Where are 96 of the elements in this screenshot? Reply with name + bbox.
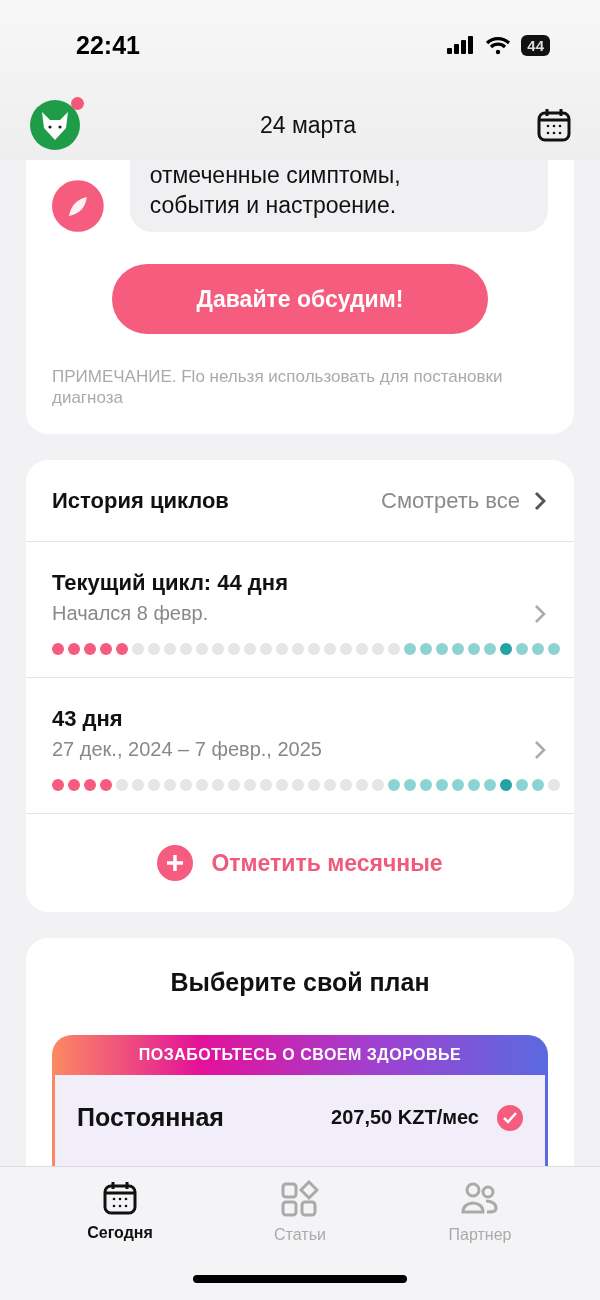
log-period-button[interactable]: Отметить месячные [151,814,449,912]
cycle-day-dot [388,779,400,791]
chevron-icon [534,490,546,511]
discuss-button[interactable]: Давайте обсудим! [112,264,488,334]
cycle-day-dot [164,643,176,655]
wifi-icon [485,35,512,55]
cycle-day-dot [340,779,352,791]
cycle-day-dot [116,643,128,655]
cycle-day-dot [468,643,480,655]
grid-icon [281,1180,319,1218]
cycle-day-dot [356,643,368,655]
cycle-day-dot [548,643,560,655]
cycle-day-dot [292,779,304,791]
cycle-day-dot [308,779,320,791]
cycle-day-dot [228,779,240,791]
plus-icon [157,845,194,881]
cycle-day-dot [260,643,272,655]
cycle-day-dot [276,779,288,791]
tab[interactable]: Статьи [240,1179,360,1245]
cycle-day-dot [388,643,400,655]
cycle-day-dot [212,643,224,655]
cycle-day-dot [100,643,112,655]
cycle-day-dot [452,643,464,655]
cycle-day-dot [340,643,352,655]
cycle-day-dot [164,779,176,791]
disclaimer-note: ПРИМЕЧАНИЕ. Flo нельзя использовать для постановки диагноза [51,366,504,409]
cycle-day-dot [420,643,432,655]
cycle-day-dot [372,779,384,791]
cycle-day-dot [180,643,192,655]
date-title: 24 марта [260,111,356,139]
cycle-day-dot [84,643,96,655]
cycle-day-dot [148,779,160,791]
cycle-day-dot [84,779,96,791]
cycle-day-dot [68,643,80,655]
cycle-day-dot [548,779,560,791]
cycle-day-dot [132,779,144,791]
plan-name: Постоянная [77,1103,224,1132]
cycle-day-dot [532,779,544,791]
cycle-dates: 27 дек., 2024 – 7 февр., 2025 [52,738,322,761]
fox-avatar-icon[interactable] [30,100,80,150]
banner-text: ПОЗАБОТЬТЕСЬ О СВОЕМ ЗДОРОВЬЕ [137,1045,463,1065]
see-all-link[interactable]: Смотреть все [381,487,546,514]
cycle-day-dot [468,779,480,791]
cycle-day-dot [404,643,416,655]
cycle-day-dot [420,779,432,791]
cycle-day-dot [52,779,64,791]
battery-indicator: 44 [521,34,550,56]
cycle-day-dot [276,643,288,655]
cycle-day-dot [116,779,128,791]
calendar-icon [102,1180,138,1216]
cycle-title: Текущий цикл: 44 дня [52,570,288,595]
signal-icon [447,36,476,54]
cycle-day-dot [484,779,496,791]
cycle-day-dot [196,779,208,791]
cycle-day-dot [532,643,544,655]
cycle-day-dot [500,779,512,791]
chat-message: отмеченные симптомы, события и настроение. [129,160,548,232]
cycle-day-dot [404,779,416,791]
cycle-day-dot [292,643,304,655]
cycle-day-dot [148,643,160,655]
cycle-day-dot [356,779,368,791]
cycle-day-dot [100,779,112,791]
cycle-day-dot [180,779,192,791]
cycle-day-dot [436,643,448,655]
cycle-day-dot [308,643,320,655]
cycle-day-dot [324,643,336,655]
cycle-title: 43 дня [52,706,123,731]
cycle-day-dot [516,643,528,655]
plan-option[interactable]: ПОЗАБОТЬТЕСЬ О СВОЕМ ЗДОРОВЬЕ Постоянная 207,50 KZT/мес [52,1035,548,1166]
chevron-icon[interactable] [534,603,546,624]
cycle-day-dot [244,643,256,655]
cycle-day-dot [372,643,384,655]
tab[interactable]: Партнер [420,1179,540,1245]
plan-price: 207,50 KZT/мес [331,1106,479,1129]
calendar-icon [536,107,572,143]
cycle-day-dot [196,643,208,655]
cycle-day-dot [484,643,496,655]
cycle-day-dot [516,779,528,791]
cycle-day-dot [68,779,80,791]
cycle-dates: Начался 8 февр. [52,602,209,625]
cycle-day-dot [500,643,512,655]
cycle-day-dot [260,779,272,791]
cycle-day-dot [244,779,256,791]
tab[interactable]: Сегодня [60,1179,180,1245]
status-time: 22:41 [76,30,140,60]
cycle-day-dot [212,779,224,791]
cycle-day-dot [52,643,64,655]
cycle-day-dot [228,643,240,655]
cycle-day-dot [324,779,336,791]
plans-title: Выберите свой план [169,967,431,998]
chevron-icon[interactable] [534,739,546,760]
cycle-day-dot [436,779,448,791]
cycle-day-dot [452,779,464,791]
section-title: История циклов [52,487,229,514]
cycle-day-dot [132,643,144,655]
feather-icon [52,180,104,232]
